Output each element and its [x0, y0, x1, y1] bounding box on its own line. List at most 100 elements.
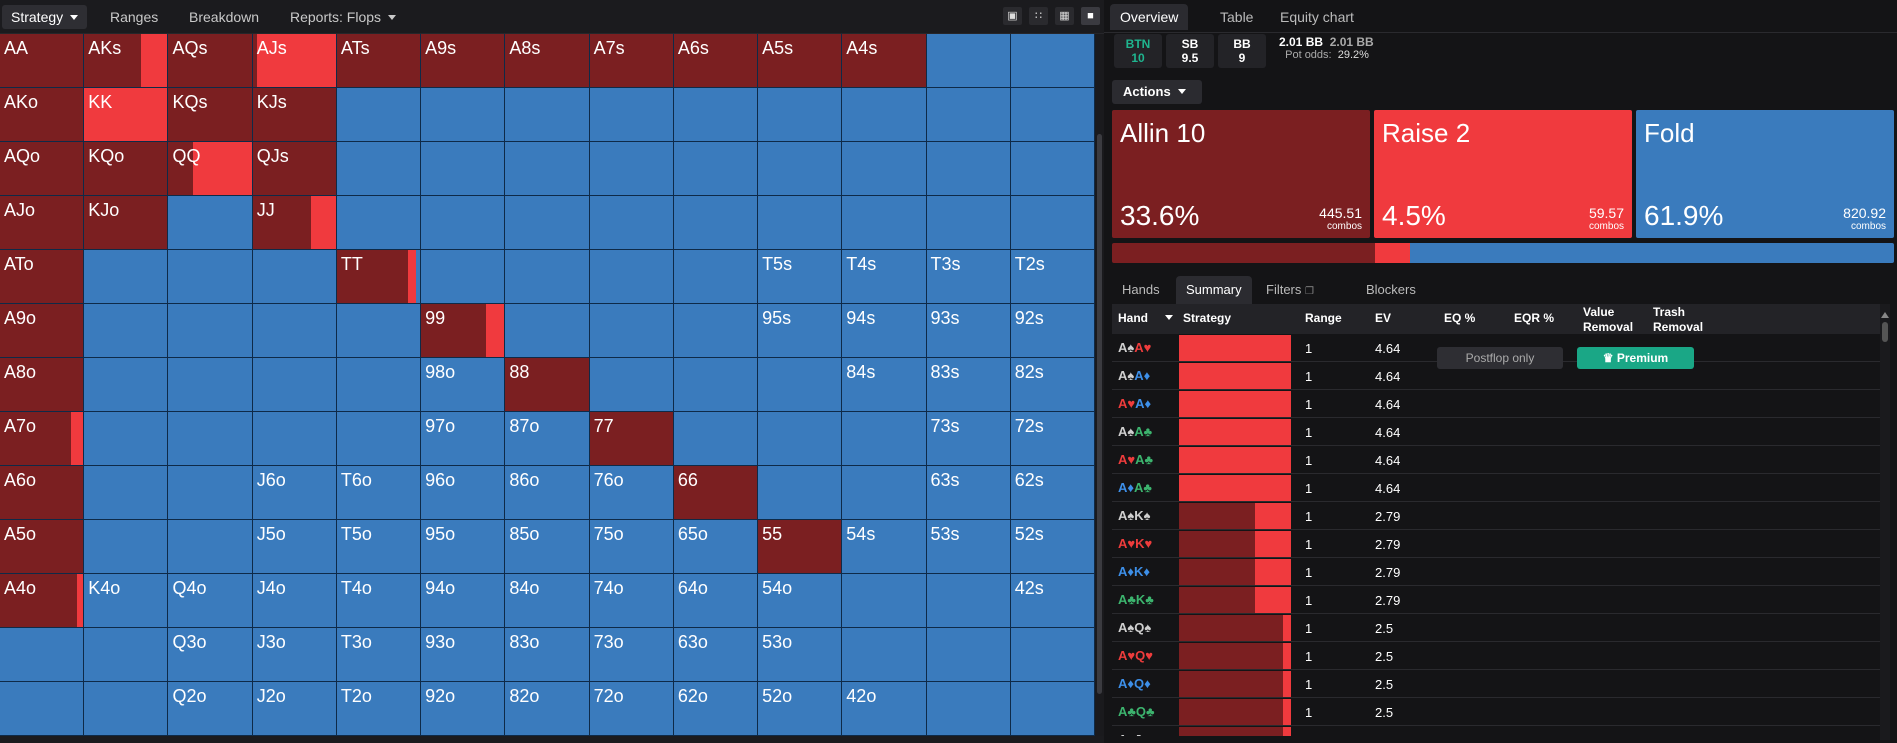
- grid-cell[interactable]: [84, 466, 169, 520]
- grid-cell[interactable]: [84, 304, 169, 358]
- grid-cell[interactable]: 63s: [926, 466, 1011, 520]
- grid-cell[interactable]: [0, 682, 85, 736]
- grid-cell[interactable]: [589, 142, 674, 196]
- grid-cell[interactable]: [336, 88, 422, 142]
- grid-cell[interactable]: [84, 520, 169, 574]
- tab-table[interactable]: Table: [1210, 4, 1263, 30]
- grid-cell[interactable]: [1010, 196, 1095, 250]
- table-row[interactable]: A♦K♦ 1 2.79: [1112, 558, 1885, 586]
- grid-cell[interactable]: [589, 304, 674, 358]
- action-allin[interactable]: Allin 10 33.6% 445.51 combos: [1112, 110, 1370, 238]
- grid-cell[interactable]: AQs: [168, 34, 253, 88]
- grid-cell[interactable]: [505, 196, 590, 250]
- grid-cell[interactable]: [84, 628, 169, 682]
- grid-cell[interactable]: 63o: [673, 628, 759, 682]
- grid-cell[interactable]: [421, 88, 506, 142]
- grid-cell[interactable]: [589, 88, 674, 142]
- grid-cell[interactable]: A8o: [0, 358, 85, 412]
- grid-cell[interactable]: J4o: [252, 574, 337, 628]
- grid-cell[interactable]: 55: [758, 520, 843, 574]
- grid-cell[interactable]: 54s: [842, 520, 927, 574]
- tab-equity-chart[interactable]: Equity chart: [1270, 4, 1364, 30]
- table-row[interactable]: A♠A♣ 1 4.64: [1112, 418, 1885, 446]
- grid-cell[interactable]: T3o: [336, 628, 422, 682]
- grid-cell[interactable]: A6s: [673, 34, 759, 88]
- grid-cell[interactable]: AJs: [252, 34, 337, 88]
- grid-cell[interactable]: [589, 358, 674, 412]
- grid-cell[interactable]: 93s: [926, 304, 1011, 358]
- grid-cell[interactable]: [1010, 88, 1095, 142]
- table-row[interactable]: A♥A♦ 1 4.64: [1112, 390, 1885, 418]
- grid-cell[interactable]: AKs: [84, 34, 169, 88]
- grid-cell[interactable]: 95o: [421, 520, 506, 574]
- grid-cell[interactable]: [842, 196, 927, 250]
- grid-scrollbar-thumb[interactable]: [1097, 134, 1102, 694]
- grid-cell[interactable]: [926, 682, 1011, 736]
- grid-cell[interactable]: A7o: [0, 412, 85, 466]
- grid-cell[interactable]: [758, 142, 843, 196]
- grid-cell[interactable]: [252, 250, 337, 304]
- grid-cell[interactable]: [589, 196, 674, 250]
- grid-cell[interactable]: 54o: [758, 574, 843, 628]
- grid-cell[interactable]: 76o: [589, 466, 674, 520]
- grid-cell[interactable]: 62s: [1010, 466, 1095, 520]
- grid-cell[interactable]: [505, 250, 590, 304]
- grid-cell[interactable]: [336, 358, 422, 412]
- grid-cell[interactable]: [673, 196, 759, 250]
- table-scrollbar-thumb[interactable]: [1882, 322, 1888, 342]
- grid-cell[interactable]: [84, 682, 169, 736]
- grid-cell[interactable]: 84s: [842, 358, 927, 412]
- table-row[interactable]: A♠K♠ 1 2.79: [1112, 502, 1885, 530]
- tab-strategy[interactable]: Strategy: [2, 5, 88, 29]
- grid-cell[interactable]: ATs: [336, 34, 422, 88]
- grid-cell[interactable]: 83o: [505, 628, 590, 682]
- grid-cell[interactable]: [84, 412, 169, 466]
- grid-cell[interactable]: 97o: [421, 412, 506, 466]
- grid-cell[interactable]: [84, 358, 169, 412]
- grid-cell[interactable]: 87o: [505, 412, 590, 466]
- grid-cell[interactable]: [758, 196, 843, 250]
- grid-cell[interactable]: 93o: [421, 628, 506, 682]
- grid-cell[interactable]: QJs: [252, 142, 337, 196]
- grid-cell[interactable]: 77: [589, 412, 674, 466]
- grid-cell[interactable]: AA: [0, 34, 85, 88]
- grid-scrollbar[interactable]: [1095, 34, 1104, 736]
- grid-cell[interactable]: [673, 304, 759, 358]
- grid-cell[interactable]: J2o: [252, 682, 337, 736]
- grid-cell[interactable]: [842, 628, 927, 682]
- grid-cell[interactable]: [673, 358, 759, 412]
- col-value-removal[interactable]: Value Removal: [1583, 304, 1633, 334]
- grid-cell[interactable]: [252, 358, 337, 412]
- grid-cell[interactable]: T2o: [336, 682, 422, 736]
- grid-cell[interactable]: 42o: [842, 682, 927, 736]
- grid-cell[interactable]: A7s: [589, 34, 674, 88]
- grid-cell[interactable]: T3s: [926, 250, 1011, 304]
- grid-cell[interactable]: 94o: [421, 574, 506, 628]
- grid-cell[interactable]: [673, 88, 759, 142]
- tab-blockers[interactable]: Blockers: [1356, 276, 1426, 304]
- grid-cell[interactable]: 94s: [842, 304, 927, 358]
- grid-cell[interactable]: AQo: [0, 142, 85, 196]
- grid-cell[interactable]: 64o: [673, 574, 759, 628]
- grid-cell[interactable]: [336, 196, 422, 250]
- grid-cell[interactable]: T4s: [842, 250, 927, 304]
- grid-cell[interactable]: [926, 34, 1011, 88]
- grid-cell[interactable]: [421, 196, 506, 250]
- table-row[interactable]: A♥K♥ 1 2.79: [1112, 530, 1885, 558]
- grid-cell[interactable]: [505, 304, 590, 358]
- grid-cell[interactable]: QQ: [168, 142, 253, 196]
- grid-cell[interactable]: JJ: [252, 196, 337, 250]
- grid-cell[interactable]: 83s: [926, 358, 1011, 412]
- postflop-only-button[interactable]: Postflop only: [1437, 347, 1563, 369]
- grid-cell[interactable]: [926, 628, 1011, 682]
- table-row[interactable]: A♣K♣ 1 2.79: [1112, 586, 1885, 614]
- tab-ranges[interactable]: Ranges: [101, 5, 167, 29]
- grid-cell[interactable]: [842, 574, 927, 628]
- tab-summary[interactable]: Summary: [1176, 276, 1252, 304]
- grid-cell[interactable]: [252, 304, 337, 358]
- col-trash-removal[interactable]: Trash Removal: [1653, 304, 1703, 334]
- actions-dropdown[interactable]: Actions: [1112, 80, 1202, 104]
- table-row[interactable]: A♥A♣ 1 4.64: [1112, 446, 1885, 474]
- action-raise[interactable]: Raise 2 4.5% 59.57 combos: [1374, 110, 1632, 238]
- grid-cell[interactable]: 85o: [505, 520, 590, 574]
